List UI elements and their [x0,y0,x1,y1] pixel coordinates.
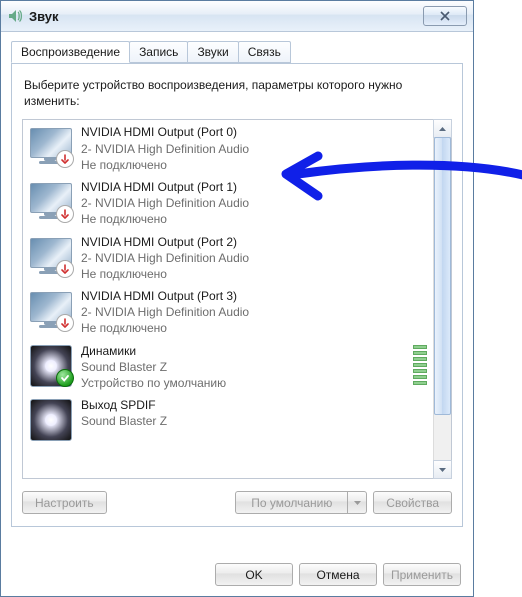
device-status: Не подключено [81,266,427,282]
playback-panel: Выберите устройство воспроизведения, пар… [11,63,463,527]
device-status: Не подключено [81,157,427,173]
tab-playback[interactable]: Воспроизведение [11,41,130,63]
monitor-icon [29,288,73,332]
set-default-dropdown[interactable] [347,491,367,514]
configure-button[interactable]: Настроить [22,491,107,514]
sound-icon [7,8,23,24]
dialog-buttons: OK Отмена Применить [215,563,461,586]
ok-button[interactable]: OK [215,563,293,586]
device-desc: 2- NVIDIA High Definition Audio [81,195,427,211]
device-row[interactable]: NVIDIA HDMI Output (Port 2)2- NVIDIA Hig… [23,230,433,285]
tab-sounds[interactable]: Звуки [187,41,238,63]
device-name: NVIDIA HDMI Output (Port 3) [81,288,427,304]
chevron-down-icon [354,501,361,505]
device-name: Динамики [81,343,407,359]
tab-strip: Воспроизведение Запись Звуки Связь [11,41,463,64]
device-list-container: NVIDIA HDMI Output (Port 0)2- NVIDIA Hig… [22,119,452,479]
device-texts: NVIDIA HDMI Output (Port 2)2- NVIDIA Hig… [81,234,427,283]
device-list[interactable]: NVIDIA HDMI Output (Port 0)2- NVIDIA Hig… [23,120,433,478]
level-meter [413,345,427,385]
close-icon [440,11,450,21]
scroll-thumb[interactable] [434,137,451,414]
monitor-icon [29,179,73,223]
sound-dialog: Звук Воспроизведение Запись Звуки Связь … [0,0,474,597]
speaker-icon [29,397,73,441]
device-name: NVIDIA HDMI Output (Port 0) [81,124,427,140]
cancel-button[interactable]: Отмена [299,563,377,586]
monitor-icon [29,124,73,168]
chevron-up-icon [439,127,446,131]
device-name: NVIDIA HDMI Output (Port 1) [81,179,427,195]
speaker-icon [29,343,73,387]
unplugged-badge-icon [56,205,74,223]
device-row[interactable]: NVIDIA HDMI Output (Port 0)2- NVIDIA Hig… [23,120,433,175]
scrollbar[interactable] [433,120,451,478]
titlebar[interactable]: Звук [1,1,473,32]
device-desc: Sound Blaster Z [81,359,407,375]
device-row[interactable]: Выход SPDIFSound Blaster Z [23,393,433,419]
device-status: Устройство по умолчанию [81,375,407,391]
device-row[interactable]: ДинамикиSound Blaster ZУстройство по умо… [23,339,433,394]
set-default-split-button: По умолчанию [235,491,367,514]
device-name: Выход SPDIF [81,397,427,413]
unplugged-badge-icon [56,314,74,332]
chevron-down-icon [439,468,446,472]
properties-button[interactable]: Свойства [373,491,452,514]
device-texts: NVIDIA HDMI Output (Port 3)2- NVIDIA Hig… [81,288,427,337]
set-default-button[interactable]: По умолчанию [235,491,347,514]
device-row[interactable]: NVIDIA HDMI Output (Port 3)2- NVIDIA Hig… [23,284,433,339]
scroll-up-button[interactable] [433,119,452,138]
device-desc: 2- NVIDIA High Definition Audio [81,304,427,320]
close-button[interactable] [423,6,467,26]
default-badge-icon [56,369,74,387]
device-desc: 2- NVIDIA High Definition Audio [81,141,427,157]
device-texts: Выход SPDIFSound Blaster Z [81,397,427,429]
panel-buttons: Настроить По умолчанию Свойства [22,491,452,514]
device-name: NVIDIA HDMI Output (Port 2) [81,234,427,250]
device-desc: 2- NVIDIA High Definition Audio [81,250,427,266]
device-texts: NVIDIA HDMI Output (Port 0)2- NVIDIA Hig… [81,124,427,173]
device-texts: NVIDIA HDMI Output (Port 1)2- NVIDIA Hig… [81,179,427,228]
dialog-body: Воспроизведение Запись Звуки Связь Выбер… [1,32,473,527]
monitor-icon [29,234,73,278]
window-title: Звук [29,9,423,24]
device-desc: Sound Blaster Z [81,413,427,429]
unplugged-badge-icon [56,260,74,278]
device-status: Не подключено [81,211,427,227]
apply-button[interactable]: Применить [383,563,461,586]
tab-recording[interactable]: Запись [129,41,188,63]
instruction-text: Выберите устройство воспроизведения, пар… [24,77,450,109]
device-texts: ДинамикиSound Blaster ZУстройство по умо… [81,343,407,392]
scroll-track[interactable] [434,137,451,461]
tab-communications[interactable]: Связь [238,41,291,63]
unplugged-badge-icon [56,150,74,168]
scroll-down-button[interactable] [433,460,452,479]
device-status: Не подключено [81,320,427,336]
device-row[interactable]: NVIDIA HDMI Output (Port 1)2- NVIDIA Hig… [23,175,433,230]
